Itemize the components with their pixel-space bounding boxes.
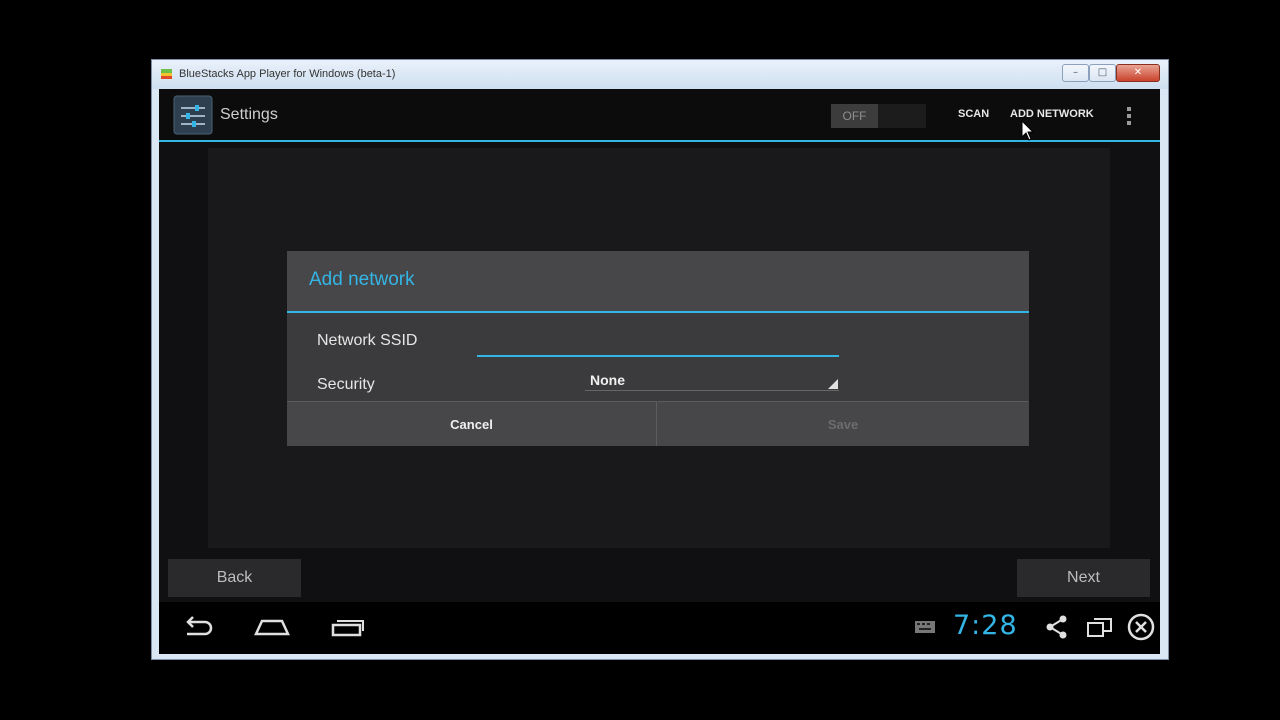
security-value: None	[590, 372, 625, 388]
bluestacks-logo-icon	[161, 69, 172, 79]
wifi-toggle-state: OFF	[831, 104, 878, 128]
minimize-button[interactable]: –	[1062, 64, 1089, 82]
window-icon[interactable]	[1086, 614, 1114, 640]
settings-icon[interactable]	[173, 95, 213, 135]
share-icon[interactable]	[1045, 614, 1069, 640]
keyboard-icon	[915, 621, 935, 633]
recent-apps-icon[interactable]	[330, 614, 366, 640]
save-button[interactable]: Save	[658, 401, 1028, 446]
window-title: BlueStacks App Player for Windows (beta-…	[179, 68, 396, 80]
network-ssid-input[interactable]	[477, 335, 839, 357]
page-title: Settings	[220, 106, 278, 123]
dropdown-corner-icon	[828, 379, 838, 389]
navigation-bar: 7:28	[159, 602, 1160, 654]
dialog-body: Network SSID Security None	[287, 313, 1029, 401]
security-label: Security	[317, 376, 375, 393]
back-button[interactable]: Back	[168, 559, 301, 597]
close-window-button[interactable]: ✕	[1116, 64, 1160, 82]
overflow-menu-icon[interactable]	[1124, 105, 1134, 127]
cancel-button[interactable]: Cancel	[287, 401, 657, 446]
back-icon[interactable]	[179, 614, 215, 640]
mouse-cursor-icon	[1021, 120, 1035, 141]
dialog-title: Add network	[309, 269, 415, 290]
scan-button[interactable]: SCAN	[958, 108, 989, 120]
network-ssid-label: Network SSID	[317, 332, 418, 349]
app-window: BlueStacks App Player for Windows (beta-…	[151, 59, 1169, 660]
status-clock: 7:28	[953, 610, 1018, 641]
wifi-toggle[interactable]: OFF	[831, 104, 926, 128]
action-bar: Settings OFF SCAN ADD NETWORK	[159, 89, 1160, 142]
security-select[interactable]: None	[585, 368, 839, 391]
maximize-button[interactable]: □	[1089, 64, 1116, 82]
android-screen: Settings OFF SCAN ADD NETWORK Add networ…	[159, 89, 1160, 654]
next-button[interactable]: Next	[1017, 559, 1150, 597]
add-network-dialog: Add network Network SSID Security None C…	[287, 251, 1029, 446]
home-icon[interactable]	[254, 614, 290, 640]
window-titlebar[interactable]: BlueStacks App Player for Windows (beta-…	[152, 60, 1168, 89]
close-circle-icon[interactable]	[1126, 612, 1156, 642]
add-network-button[interactable]: ADD NETWORK	[1010, 108, 1094, 120]
